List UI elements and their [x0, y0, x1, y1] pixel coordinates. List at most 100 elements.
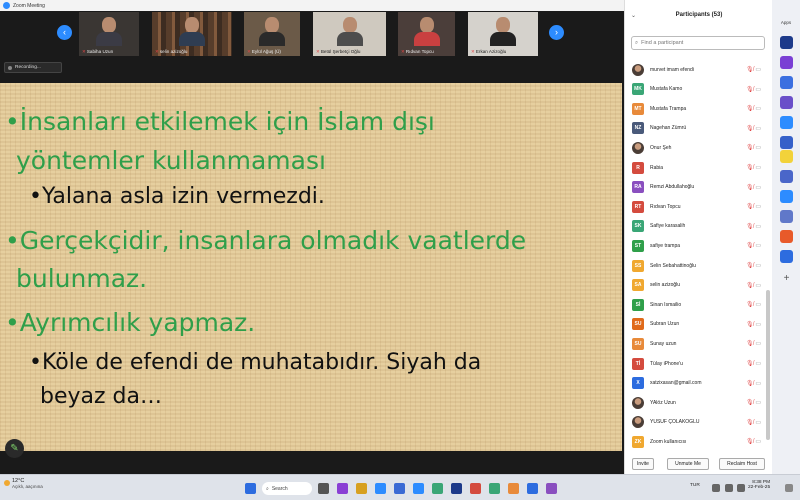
participant-row[interactable]: SU Subran Uzun 🎙︎̸ ▭ — [625, 315, 765, 334]
camera-icon[interactable]: ▭ — [755, 283, 761, 289]
participant-row[interactable]: SK Safiye karasalih 🎙︎̸ ▭ — [625, 217, 765, 236]
zoom-icon[interactable] — [413, 483, 424, 494]
participant-row[interactable]: murvet imam efendi 🎙︎̸ ▭ — [625, 60, 765, 79]
edge-icon[interactable] — [375, 483, 386, 494]
camera-icon[interactable]: ▭ — [755, 381, 761, 387]
mic-muted-icon[interactable]: 🎙︎̸ — [746, 224, 755, 230]
taskbar-clock[interactable]: 8:38 PM 22-Feb-25 — [748, 480, 770, 490]
app-icon[interactable] — [394, 483, 405, 494]
camera-icon[interactable]: ▭ — [755, 302, 761, 308]
participant-row[interactable]: RA Remzi Abdullahoğlu 🎙︎̸ ▭ — [625, 178, 765, 197]
next-page-button[interactable]: › — [549, 25, 564, 40]
video-tile[interactable]: ✕Rıdvan Topcu — [398, 12, 455, 56]
video-tile[interactable]: ✕selin azizoğlu — [152, 12, 232, 56]
video-tile[interactable]: ✕Eylül Ağuş (Ü) — [244, 12, 300, 56]
notification-bell-icon[interactable] — [785, 484, 793, 492]
invite-button[interactable]: Invite — [632, 458, 654, 470]
collapse-chevron-icon[interactable]: ⌄ — [631, 12, 636, 19]
camera-icon[interactable]: ▭ — [755, 341, 761, 347]
camera-icon[interactable]: ▭ — [755, 185, 761, 191]
camera-icon[interactable]: ▭ — [755, 87, 761, 93]
participant-row[interactable]: Sİ Sinan İsmailio 🎙︎̸ ▭ — [625, 295, 765, 314]
camera-icon[interactable]: ▭ — [755, 243, 761, 249]
mic-muted-icon[interactable]: 🎙︎̸ — [746, 439, 755, 445]
participant-row[interactable]: SA selin azizoğlu 🎙︎̸ ▭ — [625, 276, 765, 295]
participant-row[interactable]: SS Selin Sebahattinoğlu 🎙︎̸ ▭ — [625, 256, 765, 275]
task-view-icon[interactable] — [318, 483, 329, 494]
previous-page-button[interactable]: ‹ — [57, 25, 72, 40]
mic-muted-icon[interactable]: 🎙︎̸ — [746, 106, 755, 112]
app-icon[interactable] — [780, 250, 793, 263]
app-icon[interactable] — [780, 36, 793, 49]
mic-muted-icon[interactable]: 🎙︎̸ — [746, 263, 755, 269]
app-icon[interactable] — [780, 56, 793, 69]
video-tile[interactable]: ✕Sabiha Uzun — [79, 12, 139, 56]
participant-row[interactable]: Xxatzixasan@gmail.com 🎙︎̸ ▭ — [625, 374, 765, 393]
camera-icon[interactable]: ▭ — [755, 145, 761, 151]
camera-icon[interactable]: ▭ — [755, 361, 761, 367]
add-app-icon[interactable]: + — [780, 272, 793, 285]
participant-row[interactable]: Onur Şeh 🎙︎̸ ▭ — [625, 138, 765, 157]
participant-row[interactable]: MT Mustafa Trampa 🎙︎̸ ▭ — [625, 99, 765, 118]
recording-indicator[interactable]: Recording... — [4, 62, 62, 73]
mic-muted-icon[interactable]: 🎙︎̸ — [746, 302, 755, 308]
unmute-me-button[interactable]: Unmute Me — [667, 458, 709, 470]
app-icon[interactable] — [470, 483, 481, 494]
app-icon[interactable] — [780, 76, 793, 89]
start-icon[interactable] — [245, 483, 256, 494]
camera-icon[interactable]: ▭ — [755, 400, 761, 406]
mic-muted-icon[interactable]: 🎙︎̸ — [746, 145, 755, 151]
volume-icon[interactable] — [725, 484, 733, 492]
mic-muted-icon[interactable]: 🎙︎̸ — [746, 126, 755, 132]
annotate-pen-icon[interactable]: ✎ — [5, 439, 24, 458]
camera-icon[interactable]: ▭ — [755, 224, 761, 230]
app-icon[interactable] — [527, 483, 538, 494]
camera-icon[interactable]: ▭ — [755, 420, 761, 426]
mic-muted-icon[interactable]: 🎙︎̸ — [746, 204, 755, 210]
participant-search-input[interactable]: ⌕ Find a participant — [631, 36, 765, 50]
mic-muted-icon[interactable]: 🎙︎̸ — [746, 87, 755, 93]
video-tile[interactable]: ✕Betül Şerbetçi Oğlu — [313, 12, 386, 56]
mic-muted-icon[interactable]: 🎙︎̸ — [746, 361, 755, 367]
app-icon[interactable] — [780, 190, 793, 203]
camera-icon[interactable]: ▭ — [755, 67, 761, 73]
app-icon[interactable] — [508, 483, 519, 494]
camera-icon[interactable]: ▭ — [755, 106, 761, 112]
participant-row[interactable]: ST safiye trampa 🎙︎̸ ▭ — [625, 236, 765, 255]
camera-icon[interactable]: ▭ — [755, 322, 761, 328]
app-icon[interactable] — [780, 210, 793, 223]
app-icon[interactable] — [432, 483, 443, 494]
mic-muted-icon[interactable]: 🎙︎̸ — [746, 420, 755, 426]
participant-row[interactable]: MK Mustafa Kamo 🎙︎̸ ▭ — [625, 80, 765, 99]
mic-muted-icon[interactable]: 🎙︎̸ — [746, 185, 755, 191]
camera-icon[interactable]: ▭ — [755, 439, 761, 445]
tray-language[interactable]: TUR — [690, 483, 700, 488]
participant-row[interactable]: R Rabia 🎙︎̸ ▭ — [625, 158, 765, 177]
weather-widget[interactable]: 12°C Açıklı, aaçınına — [4, 478, 43, 489]
app-icon[interactable] — [780, 150, 793, 163]
battery-icon[interactable] — [737, 484, 745, 492]
reclaim-host-button[interactable]: Reclaim Host — [719, 458, 765, 470]
app-icon[interactable] — [780, 116, 793, 129]
app-icon[interactable] — [780, 96, 793, 109]
mic-muted-icon[interactable]: 🎙︎̸ — [746, 400, 755, 406]
video-tile[interactable]: ✕Erkan Azizoğlu — [468, 12, 538, 56]
mic-muted-icon[interactable]: 🎙︎̸ — [746, 67, 755, 73]
mic-muted-icon[interactable]: 🎙︎̸ — [746, 322, 755, 328]
mic-muted-icon[interactable]: 🎙︎̸ — [746, 283, 755, 289]
app-icon[interactable] — [451, 483, 462, 494]
mic-muted-icon[interactable]: 🎙︎̸ — [746, 341, 755, 347]
participant-list-scrollbar[interactable] — [766, 290, 770, 440]
app-icon[interactable] — [546, 483, 557, 494]
camera-icon[interactable]: ▭ — [755, 263, 761, 269]
mic-muted-icon[interactable]: 🎙︎̸ — [746, 381, 755, 387]
app-icon[interactable] — [337, 483, 348, 494]
participant-row[interactable]: YAlöz Uzun 🎙︎̸ ▭ — [625, 393, 765, 412]
taskbar-search[interactable]: ⌕ Search — [262, 482, 312, 495]
app-icon[interactable] — [780, 230, 793, 243]
participant-row[interactable]: SU Sunay uzun 🎙︎̸ ▭ — [625, 334, 765, 353]
file-explorer-icon[interactable] — [356, 483, 367, 494]
mic-muted-icon[interactable]: 🎙︎̸ — [746, 243, 755, 249]
participant-row[interactable]: YUSUF ÇOLAKOĞLU 🎙︎̸ ▭ — [625, 413, 765, 432]
camera-icon[interactable]: ▭ — [755, 165, 761, 171]
